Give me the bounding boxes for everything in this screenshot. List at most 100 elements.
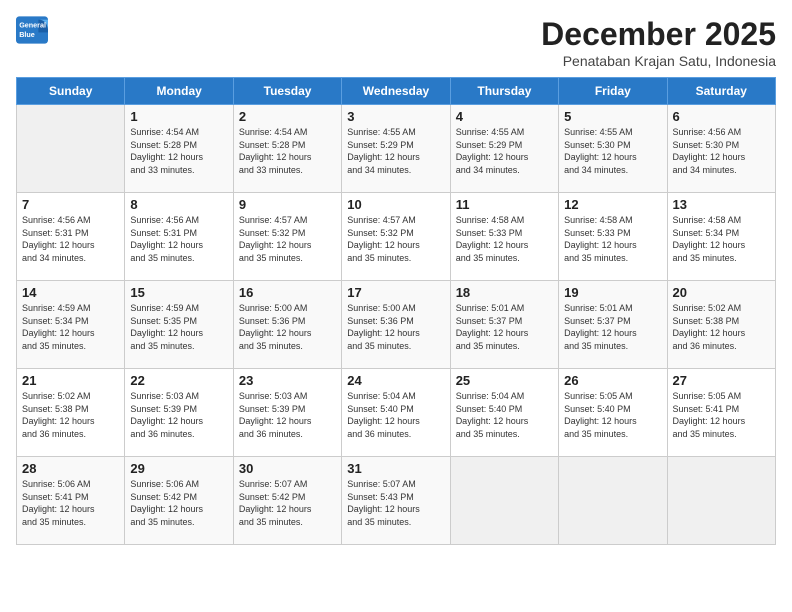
day-number: 30 xyxy=(239,461,336,476)
days-header-row: SundayMondayTuesdayWednesdayThursdayFrid… xyxy=(17,78,776,105)
calendar-cell: 14 Sunrise: 4:59 AM Sunset: 5:34 PM Dayli… xyxy=(17,281,125,369)
cell-info: Sunrise: 4:56 AM Sunset: 5:31 PM Dayligh… xyxy=(130,214,227,264)
day-number: 22 xyxy=(130,373,227,388)
cell-info: Sunrise: 5:07 AM Sunset: 5:43 PM Dayligh… xyxy=(347,478,444,528)
calendar-cell: 11 Sunrise: 4:58 AM Sunset: 5:33 PM Dayli… xyxy=(450,193,558,281)
day-header-sunday: Sunday xyxy=(17,78,125,105)
calendar-cell xyxy=(17,105,125,193)
calendar-cell xyxy=(450,457,558,545)
calendar-body: 1 Sunrise: 4:54 AM Sunset: 5:28 PM Daylig… xyxy=(17,105,776,545)
day-number: 21 xyxy=(22,373,119,388)
day-number: 27 xyxy=(673,373,770,388)
cell-info: Sunrise: 5:03 AM Sunset: 5:39 PM Dayligh… xyxy=(130,390,227,440)
day-number: 11 xyxy=(456,197,553,212)
calendar-cell xyxy=(667,457,775,545)
cell-info: Sunrise: 4:55 AM Sunset: 5:30 PM Dayligh… xyxy=(564,126,661,176)
day-number: 28 xyxy=(22,461,119,476)
calendar-cell: 26 Sunrise: 5:05 AM Sunset: 5:40 PM Dayli… xyxy=(559,369,667,457)
cell-info: Sunrise: 5:00 AM Sunset: 5:36 PM Dayligh… xyxy=(239,302,336,352)
day-number: 20 xyxy=(673,285,770,300)
cell-info: Sunrise: 5:04 AM Sunset: 5:40 PM Dayligh… xyxy=(347,390,444,440)
calendar-table: SundayMondayTuesdayWednesdayThursdayFrid… xyxy=(16,77,776,545)
calendar-cell: 5 Sunrise: 4:55 AM Sunset: 5:30 PM Daylig… xyxy=(559,105,667,193)
day-number: 9 xyxy=(239,197,336,212)
cell-info: Sunrise: 5:00 AM Sunset: 5:36 PM Dayligh… xyxy=(347,302,444,352)
subtitle: Penataban Krajan Satu, Indonesia xyxy=(541,53,776,69)
calendar-cell: 15 Sunrise: 4:59 AM Sunset: 5:35 PM Dayli… xyxy=(125,281,233,369)
calendar-cell: 16 Sunrise: 5:00 AM Sunset: 5:36 PM Dayli… xyxy=(233,281,341,369)
calendar-cell: 8 Sunrise: 4:56 AM Sunset: 5:31 PM Daylig… xyxy=(125,193,233,281)
cell-info: Sunrise: 4:56 AM Sunset: 5:31 PM Dayligh… xyxy=(22,214,119,264)
cell-info: Sunrise: 4:58 AM Sunset: 5:34 PM Dayligh… xyxy=(673,214,770,264)
cell-info: Sunrise: 5:04 AM Sunset: 5:40 PM Dayligh… xyxy=(456,390,553,440)
day-number: 19 xyxy=(564,285,661,300)
day-header-tuesday: Tuesday xyxy=(233,78,341,105)
day-number: 10 xyxy=(347,197,444,212)
cell-info: Sunrise: 4:58 AM Sunset: 5:33 PM Dayligh… xyxy=(456,214,553,264)
cell-info: Sunrise: 4:58 AM Sunset: 5:33 PM Dayligh… xyxy=(564,214,661,264)
day-number: 3 xyxy=(347,109,444,124)
month-title: December 2025 xyxy=(541,16,776,53)
calendar-cell: 27Sunrise: 5:05 AM Sunset: 5:41 PM Dayli… xyxy=(667,369,775,457)
day-number: 31 xyxy=(347,461,444,476)
cell-info: Sunrise: 5:05 AM Sunset: 5:40 PM Dayligh… xyxy=(564,390,661,440)
logo: General Blue xyxy=(16,16,48,44)
day-number: 5 xyxy=(564,109,661,124)
cell-info: Sunrise: 4:54 AM Sunset: 5:28 PM Dayligh… xyxy=(239,126,336,176)
week-row-4: 21 Sunrise: 5:02 AM Sunset: 5:38 PM Dayli… xyxy=(17,369,776,457)
calendar-cell: 9 Sunrise: 4:57 AM Sunset: 5:32 PM Daylig… xyxy=(233,193,341,281)
day-number: 4 xyxy=(456,109,553,124)
week-row-3: 14 Sunrise: 4:59 AM Sunset: 5:34 PM Dayli… xyxy=(17,281,776,369)
calendar-cell: 24 Sunrise: 5:04 AM Sunset: 5:40 PM Dayli… xyxy=(342,369,450,457)
day-number: 12 xyxy=(564,197,661,212)
svg-text:General: General xyxy=(19,21,46,30)
day-number: 1 xyxy=(130,109,227,124)
cell-info: Sunrise: 5:02 AM Sunset: 5:38 PM Dayligh… xyxy=(22,390,119,440)
calendar-cell: 21 Sunrise: 5:02 AM Sunset: 5:38 PM Dayli… xyxy=(17,369,125,457)
cell-info: Sunrise: 5:03 AM Sunset: 5:39 PM Dayligh… xyxy=(239,390,336,440)
calendar-cell: 6Sunrise: 4:56 AM Sunset: 5:30 PM Daylig… xyxy=(667,105,775,193)
day-number: 18 xyxy=(456,285,553,300)
day-header-saturday: Saturday xyxy=(667,78,775,105)
day-number: 2 xyxy=(239,109,336,124)
calendar-cell: 18 Sunrise: 5:01 AM Sunset: 5:37 PM Dayli… xyxy=(450,281,558,369)
logo-icon: General Blue xyxy=(16,16,48,44)
cell-info: Sunrise: 4:55 AM Sunset: 5:29 PM Dayligh… xyxy=(456,126,553,176)
cell-info: Sunrise: 4:59 AM Sunset: 5:34 PM Dayligh… xyxy=(22,302,119,352)
calendar-cell: 20 Sunrise: 5:02 AM Sunset: 5:38 PM Dayli… xyxy=(667,281,775,369)
day-number: 25 xyxy=(456,373,553,388)
calendar-cell: 23Sunrise: 5:03 AM Sunset: 5:39 PM Dayli… xyxy=(233,369,341,457)
cell-info: Sunrise: 4:56 AM Sunset: 5:30 PM Dayligh… xyxy=(673,126,770,176)
week-row-2: 7 Sunrise: 4:56 AM Sunset: 5:31 PM Daylig… xyxy=(17,193,776,281)
cell-info: Sunrise: 4:57 AM Sunset: 5:32 PM Dayligh… xyxy=(239,214,336,264)
day-number: 13 xyxy=(673,197,770,212)
calendar-cell: 2 Sunrise: 4:54 AM Sunset: 5:28 PM Daylig… xyxy=(233,105,341,193)
week-row-1: 1 Sunrise: 4:54 AM Sunset: 5:28 PM Daylig… xyxy=(17,105,776,193)
calendar-cell: 22 Sunrise: 5:03 AM Sunset: 5:39 PM Dayli… xyxy=(125,369,233,457)
calendar-cell xyxy=(559,457,667,545)
day-number: 24 xyxy=(347,373,444,388)
calendar-cell: 29Sunrise: 5:06 AM Sunset: 5:42 PM Dayli… xyxy=(125,457,233,545)
calendar-cell: 4 Sunrise: 4:55 AM Sunset: 5:29 PM Daylig… xyxy=(450,105,558,193)
calendar-cell: 3Sunrise: 4:55 AM Sunset: 5:29 PM Daylig… xyxy=(342,105,450,193)
cell-info: Sunrise: 5:02 AM Sunset: 5:38 PM Dayligh… xyxy=(673,302,770,352)
day-number: 16 xyxy=(239,285,336,300)
day-header-monday: Monday xyxy=(125,78,233,105)
day-number: 8 xyxy=(130,197,227,212)
calendar-cell: 31 Sunrise: 5:07 AM Sunset: 5:43 PM Dayli… xyxy=(342,457,450,545)
calendar-cell: 7 Sunrise: 4:56 AM Sunset: 5:31 PM Daylig… xyxy=(17,193,125,281)
cell-info: Sunrise: 4:54 AM Sunset: 5:28 PM Dayligh… xyxy=(130,126,227,176)
calendar-cell: 28Sunrise: 5:06 AM Sunset: 5:41 PM Dayli… xyxy=(17,457,125,545)
cell-info: Sunrise: 5:01 AM Sunset: 5:37 PM Dayligh… xyxy=(456,302,553,352)
day-number: 14 xyxy=(22,285,119,300)
cell-info: Sunrise: 4:59 AM Sunset: 5:35 PM Dayligh… xyxy=(130,302,227,352)
header: General Blue December 2025 Penataban Kra… xyxy=(16,16,776,69)
day-number: 15 xyxy=(130,285,227,300)
cell-info: Sunrise: 5:01 AM Sunset: 5:37 PM Dayligh… xyxy=(564,302,661,352)
calendar-cell: 12 Sunrise: 4:58 AM Sunset: 5:33 PM Dayli… xyxy=(559,193,667,281)
day-number: 17 xyxy=(347,285,444,300)
calendar-cell: 10Sunrise: 4:57 AM Sunset: 5:32 PM Dayli… xyxy=(342,193,450,281)
day-number: 26 xyxy=(564,373,661,388)
calendar-cell: 19 Sunrise: 5:01 AM Sunset: 5:37 PM Dayli… xyxy=(559,281,667,369)
day-number: 7 xyxy=(22,197,119,212)
